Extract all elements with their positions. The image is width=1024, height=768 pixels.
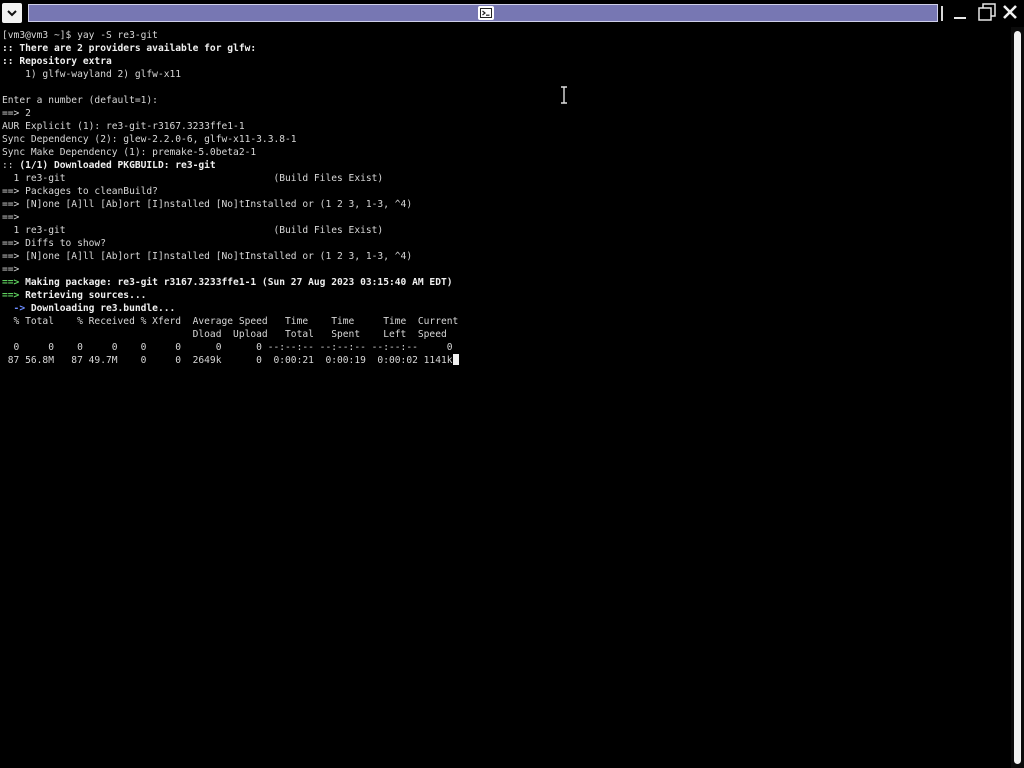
chevron-down-icon xyxy=(6,4,18,23)
terminal-output[interactable]: [vm3@vm3 ~]$ yay -S re3-git :: There are… xyxy=(0,27,1011,768)
terminal-line: :: Repository extra xyxy=(2,56,112,67)
terminal-line: ==> Making package: re3-git r3167.3233ff… xyxy=(2,276,459,289)
line-text: Downloading re3.bundle... xyxy=(25,303,176,314)
terminal-line: ==> Packages to cleanBuild? xyxy=(2,186,158,197)
terminal-line: Dload Upload Total Spent Left Speed xyxy=(2,329,447,340)
window-menu-button[interactable] xyxy=(2,3,22,23)
terminal-line: % Total % Received % Xferd Average Speed… xyxy=(2,316,459,327)
line-text: 87 56.8M 87 49.7M 0 0 2649k 0 0:00:21 0:… xyxy=(2,355,453,366)
terminal-line: ==> xyxy=(2,212,20,223)
terminal-line: 1 re3-git (Build Files Exist) xyxy=(2,173,384,184)
close-icon xyxy=(1002,4,1018,24)
maximize-icon xyxy=(978,3,996,25)
line-text: (1/1) Downloaded PKGBUILD: re3-git xyxy=(19,160,216,171)
line-arrow: ==> xyxy=(2,277,20,288)
line-arrow: ==> xyxy=(2,290,20,301)
terminal-line: ==> Retrieving sources... xyxy=(2,289,459,302)
line-prefix: :: xyxy=(2,160,20,171)
terminal-line: 1 re3-git (Build Files Exist) xyxy=(2,225,384,236)
scrollbar-thumb[interactable] xyxy=(1014,31,1021,764)
minimize-button[interactable] xyxy=(950,4,970,24)
line-text: Making package: re3-git r3167.3233ffe1-1… xyxy=(19,277,453,288)
text-cursor-icon xyxy=(559,86,569,104)
terminal-icon xyxy=(478,6,494,20)
line-text: Retrieving sources... xyxy=(19,290,147,301)
terminal-line: ==> 2 xyxy=(2,108,31,119)
line-arrow: -> xyxy=(2,303,26,314)
terminal-line: ==> [N]one [A]ll [Ab]ort [I]nstalled [No… xyxy=(2,251,413,262)
terminal-line: :: (1/1) Downloaded PKGBUILD: re3-git xyxy=(2,159,459,172)
terminal-line: AUR Explicit (1): re3-git-r3167.3233ffe1… xyxy=(2,121,245,132)
terminal-scrollbar[interactable] xyxy=(1011,27,1024,768)
terminal-line: -> Downloading re3.bundle... xyxy=(2,302,459,315)
terminal-line: [vm3@vm3 ~]$ yay -S re3-git xyxy=(2,30,158,41)
terminal-cursor xyxy=(452,354,459,365)
terminal-line: Sync Make Dependency (1): premake-5.0bet… xyxy=(2,147,257,158)
terminal-line: ==> [N]one [A]ll [Ab]ort [I]nstalled [No… xyxy=(2,199,413,210)
terminal-line: 1) glfw-wayland 2) glfw-x11 xyxy=(2,69,182,80)
terminal-line: ==> xyxy=(2,264,20,275)
titlebar-separator xyxy=(941,6,943,21)
terminal-line: Sync Dependency (2): glew-2.2.0-6, glfw-… xyxy=(2,134,297,145)
window-title-field[interactable] xyxy=(28,4,938,22)
window-titlebar xyxy=(0,0,1024,27)
terminal-line: 0 0 0 0 0 0 0 0 --:--:-- --:--:-- --:--:… xyxy=(2,342,453,353)
terminal-line: Enter a number (default=1): xyxy=(2,95,158,106)
terminal-line: ==> Diffs to show? xyxy=(2,238,106,249)
terminal-line: :: There are 2 providers available for g… xyxy=(2,43,257,54)
terminal-line: 87 56.8M 87 49.7M 0 0 2649k 0 0:00:21 0:… xyxy=(2,354,459,367)
close-button[interactable] xyxy=(1000,4,1020,24)
maximize-button[interactable] xyxy=(977,3,997,25)
minimize-icon xyxy=(953,5,967,24)
